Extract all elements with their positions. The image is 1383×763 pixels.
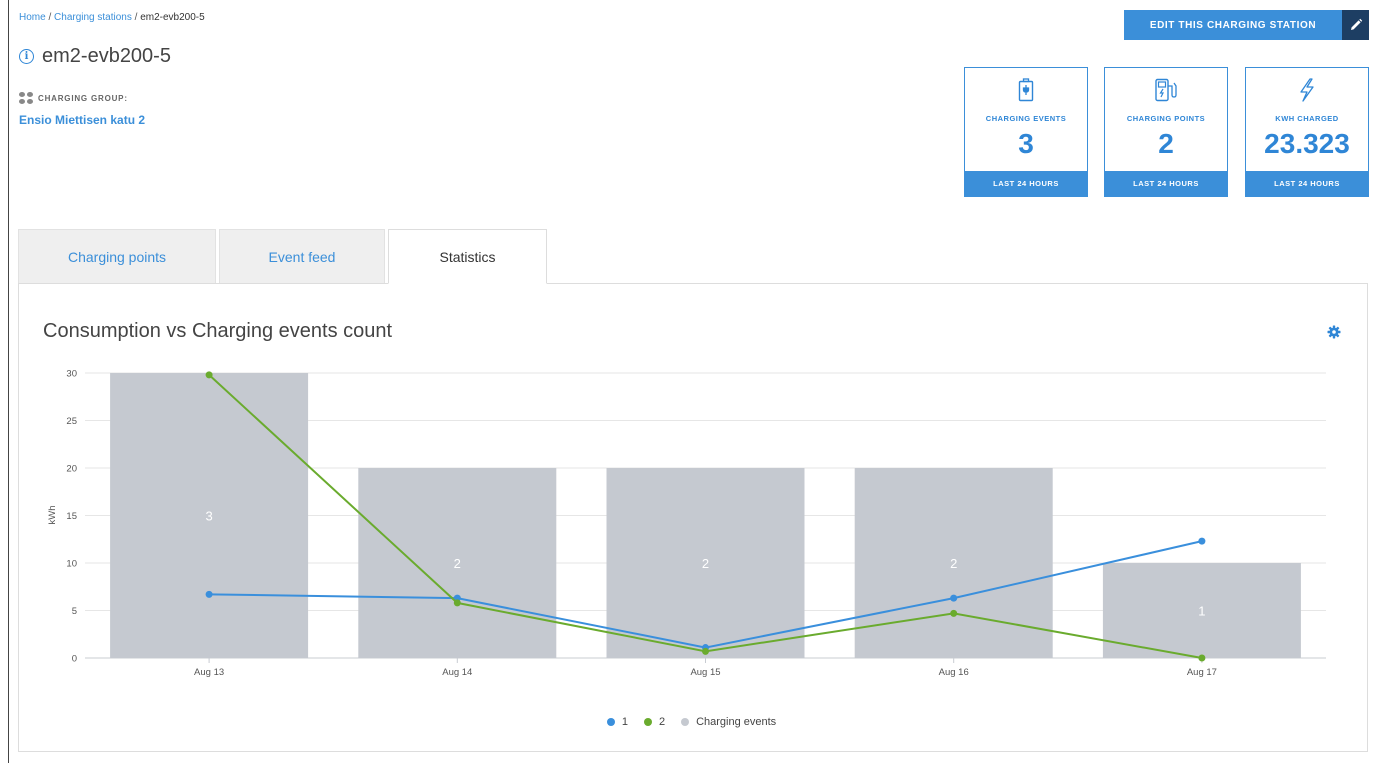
legend-dot — [606, 718, 615, 726]
legend-item-charging-events[interactable]: Charging events — [681, 716, 776, 728]
legend-dot — [643, 718, 652, 726]
y-tick-label: 15 — [66, 511, 77, 522]
bar-value-label: 3 — [205, 509, 212, 524]
series-point-2 — [950, 609, 958, 617]
x-tick-label: Aug 14 — [442, 667, 472, 678]
chart-legend: 1 2 Charging events — [0, 716, 1383, 728]
bar-value-label: 2 — [950, 556, 957, 571]
legend-label: Charging events — [696, 716, 777, 728]
series-point-2 — [205, 371, 213, 379]
consumption-chart: 0 5 10 15 20 25 30 kWh 3 2 2 2 1 Aug 13 Aug 14 Aug 15 Au… — [47, 369, 1326, 678]
y-tick-label: 25 — [66, 416, 77, 427]
tab-statistics[interactable]: Statistics — [388, 229, 547, 284]
bar-value-label: 2 — [454, 556, 461, 571]
series-point-2 — [453, 599, 461, 607]
legend-item-series-2[interactable]: 2 — [643, 716, 666, 728]
series-point-1 — [950, 594, 958, 602]
y-tick-label: 20 — [66, 464, 77, 475]
x-tick-label: Aug 13 — [194, 667, 224, 678]
legend-item-series-1[interactable]: 1 — [606, 716, 628, 728]
x-tick-label: Aug 16 — [939, 667, 969, 678]
y-tick-label: 0 — [72, 654, 77, 665]
series-point-2 — [1198, 654, 1206, 662]
bar-value-label: 2 — [702, 556, 709, 571]
bar-value-label: 1 — [1198, 604, 1205, 619]
y-tick-label: 30 — [66, 369, 77, 380]
series-point-1 — [1198, 537, 1206, 545]
series-point-1 — [205, 590, 213, 598]
x-tick-label: Aug 17 — [1187, 667, 1217, 678]
series-point-2 — [702, 647, 709, 655]
y-tick-label: 5 — [72, 606, 77, 617]
legend-label: 2 — [658, 716, 666, 728]
legend-dot — [681, 718, 690, 726]
y-axis-label: kWh — [47, 506, 58, 525]
x-tick-label: Aug 15 — [690, 667, 720, 678]
y-tick-label: 10 — [66, 559, 77, 570]
legend-label: 1 — [621, 716, 628, 728]
